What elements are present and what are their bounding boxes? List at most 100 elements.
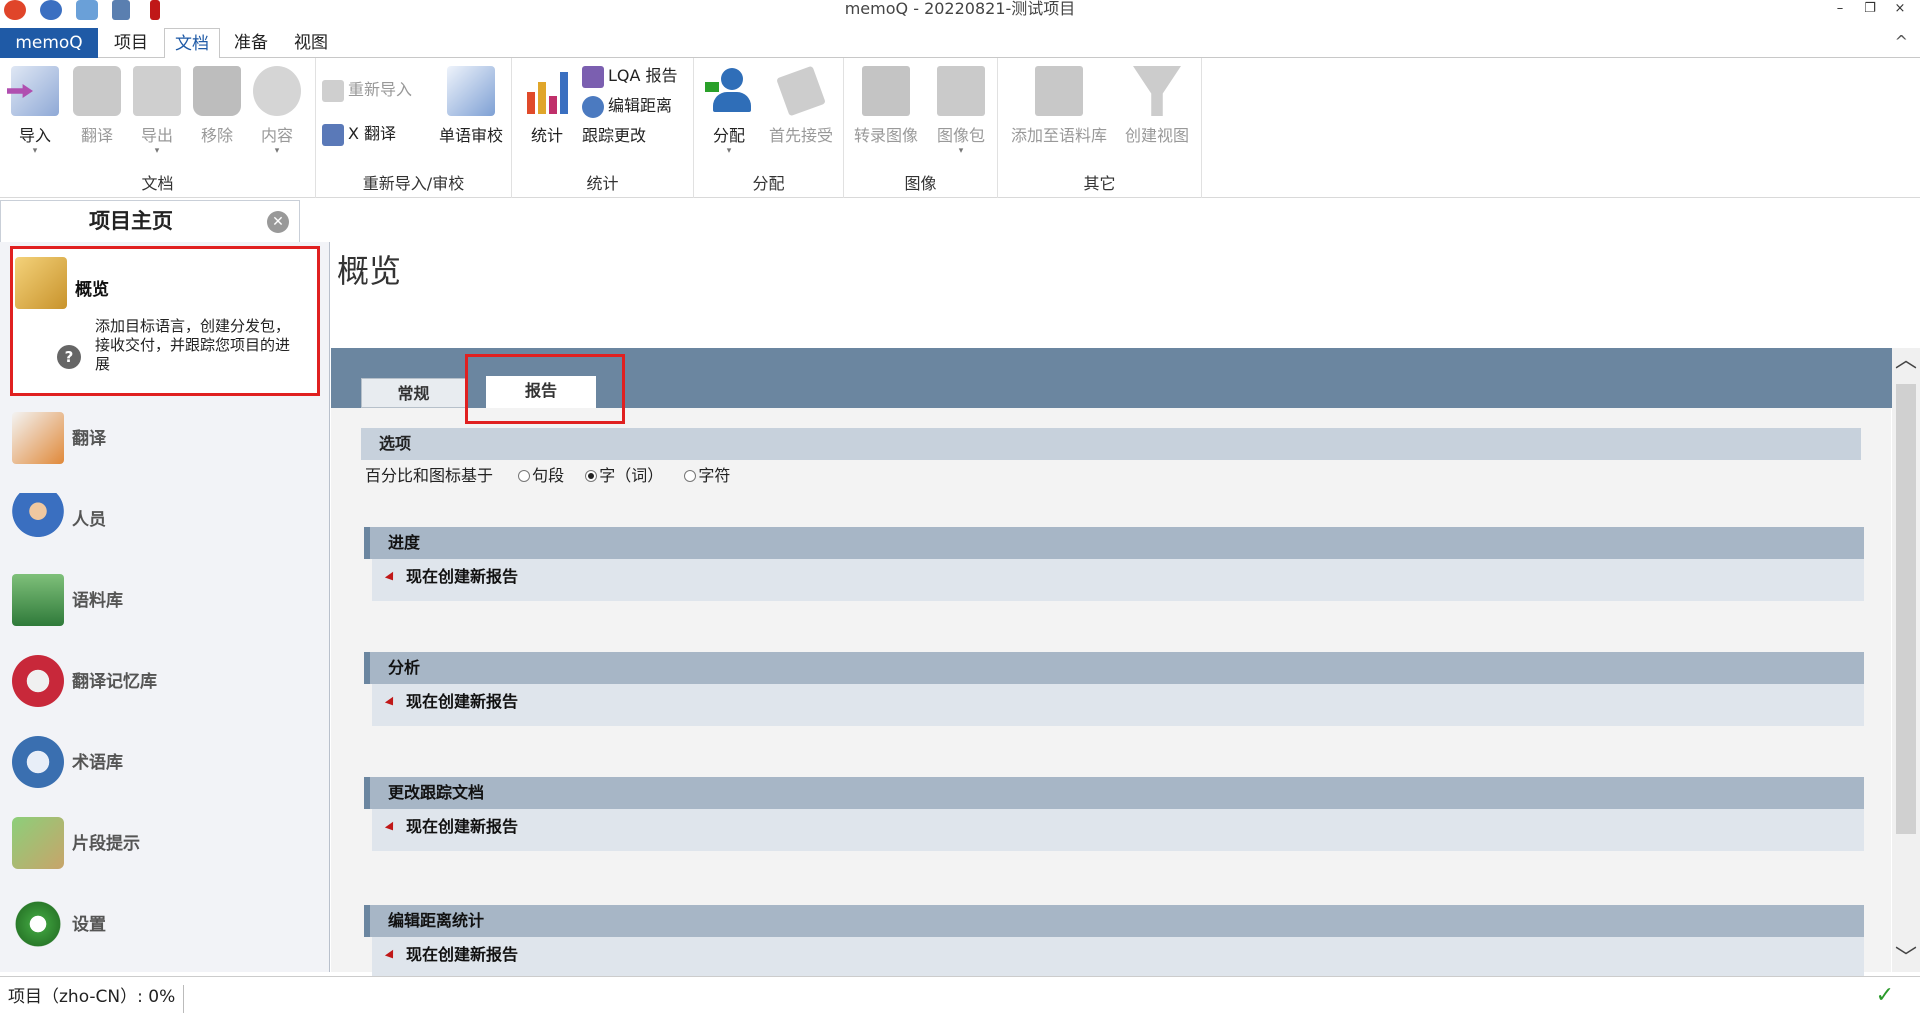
export-icon xyxy=(133,66,181,116)
radio-word[interactable] xyxy=(585,469,598,482)
track-changes-button[interactable]: 跟踪更改 xyxy=(582,122,646,150)
lqa-report-button[interactable]: LQA 报告 xyxy=(582,62,678,90)
create-report-link[interactable]: 现在创建新报告 xyxy=(384,559,518,595)
radio-word-label[interactable]: 字（词） xyxy=(599,466,663,485)
first-accept-button[interactable]: 首先接受 xyxy=(764,62,838,162)
image-package-icon xyxy=(937,66,985,116)
help-icon[interactable]: ? xyxy=(57,345,81,369)
import-button[interactable]: 导入 ▾ xyxy=(6,62,64,162)
tab-memoq[interactable]: memoQ xyxy=(0,28,98,58)
options-row: 百分比和图标基于 句段 字（词） 字符 xyxy=(365,462,730,490)
transcribe-image-button[interactable]: 转录图像 xyxy=(850,62,922,162)
content-button[interactable]: 内容 ▾ xyxy=(248,62,306,162)
gavel-icon xyxy=(776,65,826,117)
ribbon-group-other: 添加至语料库 创建视图 其它 xyxy=(998,58,1202,198)
termbase-icon xyxy=(12,736,64,788)
tab-documents[interactable]: 文档 xyxy=(164,28,220,59)
image-package-button[interactable]: 图像包 ▾ xyxy=(930,62,992,162)
expand-arrow-icon xyxy=(384,571,398,584)
bar-chart-icon xyxy=(523,66,571,116)
title-bar: memoQ - 20220821-测试项目 – ❐ × xyxy=(0,0,1920,22)
statistics-button[interactable]: 统计 xyxy=(518,62,576,162)
import-icon xyxy=(7,66,59,116)
create-report-link[interactable]: 现在创建新报告 xyxy=(384,684,518,720)
main-panel: 概览 常规 报告 选项 百分比和图标基于 句段 字（词） 字符 进度 现在创建新… xyxy=(331,210,1920,979)
translate-button[interactable]: 翻译 xyxy=(68,62,126,162)
close-button[interactable]: × xyxy=(1886,0,1914,18)
scroll-thumb[interactable] xyxy=(1896,384,1916,834)
x-translate-button[interactable]: X 翻译 xyxy=(322,120,396,148)
checkmark-icon: ✓ xyxy=(1875,983,1894,1008)
group-label-reimport: 重新导入/审校 xyxy=(362,174,465,193)
monolingual-review-button[interactable]: 单语审校 xyxy=(434,62,508,162)
edit-distance-icon xyxy=(582,95,604,118)
create-view-button[interactable]: 创建视图 xyxy=(1120,62,1194,162)
basis-label: 百分比和图标基于 xyxy=(365,466,494,485)
edit-distance-button[interactable]: 编辑距离 xyxy=(582,92,672,120)
tab-prepare[interactable]: 准备 xyxy=(224,28,278,58)
tab-view[interactable]: 视图 xyxy=(284,28,338,58)
sidebar-item-translation[interactable]: 翻译 xyxy=(10,404,320,474)
section-track-changes: 更改跟踪文档 现在创建新报告 xyxy=(364,777,1864,853)
menu-bar: memoQ 项目 文档 准备 视图 ^ xyxy=(0,28,1920,59)
section-progress: 进度 现在创建新报告 xyxy=(364,527,1864,603)
radio-segment[interactable] xyxy=(518,469,531,482)
sidebar-item-corpus[interactable]: 语料库 xyxy=(10,566,320,636)
sidebar-item-translation-memory[interactable]: 翻译记忆库 xyxy=(10,647,320,717)
reports-content: 选项 百分比和图标基于 句段 字（词） 字符 进度 现在创建新报告 分析 现在创… xyxy=(331,408,1891,979)
collapse-ribbon-icon[interactable]: ^ xyxy=(1895,32,1908,51)
group-label-document: 文档 xyxy=(141,174,174,193)
group-label-image: 图像 xyxy=(904,174,937,193)
sidebar-title: 项目主页 xyxy=(89,209,173,233)
remove-button[interactable]: 移除 xyxy=(188,62,246,162)
close-icon[interactable]: ✕ xyxy=(267,211,289,233)
window-title: memoQ - 20220821-测试项目 xyxy=(844,0,1076,18)
radio-character[interactable] xyxy=(684,469,697,482)
sidebar-item-people[interactable]: 人员 xyxy=(10,485,320,555)
status-progress: 项目（zho-CN）: 0% xyxy=(8,985,185,1013)
tab-project[interactable]: 项目 xyxy=(104,28,158,58)
radio-character-label[interactable]: 字符 xyxy=(698,466,730,485)
create-report-link[interactable]: 现在创建新报告 xyxy=(384,809,518,845)
sidebar-tab[interactable]: 项目主页 ✕ xyxy=(0,200,300,242)
ribbon-group-statistics: 统计 LQA 报告 编辑距离 跟踪更改 统计 xyxy=(512,58,694,198)
minimize-button[interactable]: – xyxy=(1826,0,1854,18)
group-label-other: 其它 xyxy=(1083,174,1116,193)
ribbon: 导入 ▾ 翻译 导出 ▾ 移除 内容 ▾ 文档 重新导入 X 翻译 单语审校 重新导入… xyxy=(0,58,1920,198)
trash-icon xyxy=(193,66,241,116)
tab-reports[interactable]: 报告 xyxy=(486,376,596,408)
gear-icon xyxy=(12,898,64,950)
add-to-corpus-button[interactable]: 添加至语料库 xyxy=(1006,62,1112,162)
section-edit-distance: 编辑距离统计 现在创建新报告 xyxy=(364,905,1864,981)
ribbon-group-assign: 分配 ▾ 首先接受 分配 xyxy=(694,58,844,198)
tab-general[interactable]: 常规 xyxy=(361,378,466,408)
review-pen-icon xyxy=(447,66,495,116)
sidebar-item-muses[interactable]: 片段提示 xyxy=(10,809,320,879)
radio-segment-label[interactable]: 句段 xyxy=(532,466,564,485)
section-header: 进度 xyxy=(364,527,1864,559)
status-bar: 项目（zho-CN）: 0% ✓ xyxy=(0,976,1920,1017)
scroll-up-icon[interactable]: ︿ xyxy=(1892,348,1920,374)
restore-button[interactable]: ❐ xyxy=(1856,0,1884,18)
vertical-scrollbar[interactable]: ︿ ﹀ xyxy=(1892,348,1920,972)
scroll-down-icon[interactable]: ﹀ xyxy=(1892,946,1920,972)
translate-icon xyxy=(73,66,121,116)
expand-arrow-icon xyxy=(384,696,398,709)
people-icon xyxy=(12,493,64,545)
reimport-button[interactable]: 重新导入 xyxy=(322,76,412,104)
package-box-icon xyxy=(15,257,67,309)
create-report-link[interactable]: 现在创建新报告 xyxy=(384,937,518,973)
project-home-sidebar: 概览 添加目标语言，创建分发包，接收交付，并跟踪您项目的进展 ? 翻译 人员 语… xyxy=(0,242,330,972)
add-to-corpus-icon xyxy=(1035,66,1083,116)
sidebar-item-settings[interactable]: 设置 xyxy=(10,890,320,960)
x-translate-icon xyxy=(322,123,344,146)
sidebar-item-overview[interactable]: 概览 添加目标语言，创建分发包，接收交付，并跟踪您项目的进展 ? xyxy=(10,246,320,396)
expand-arrow-icon xyxy=(384,949,398,962)
sidebar-item-termbase[interactable]: 术语库 xyxy=(10,728,320,798)
group-label-assign: 分配 xyxy=(752,174,785,193)
ribbon-group-image: 转录图像 图像包 ▾ 图像 xyxy=(844,58,998,198)
ribbon-group-document: 导入 ▾ 翻译 导出 ▾ 移除 内容 ▾ 文档 xyxy=(0,58,316,198)
assign-button[interactable]: 分配 ▾ xyxy=(700,62,758,162)
ribbon-group-reimport: 重新导入 X 翻译 单语审校 重新导入/审校 xyxy=(316,58,512,198)
export-button[interactable]: 导出 ▾ xyxy=(128,62,186,162)
